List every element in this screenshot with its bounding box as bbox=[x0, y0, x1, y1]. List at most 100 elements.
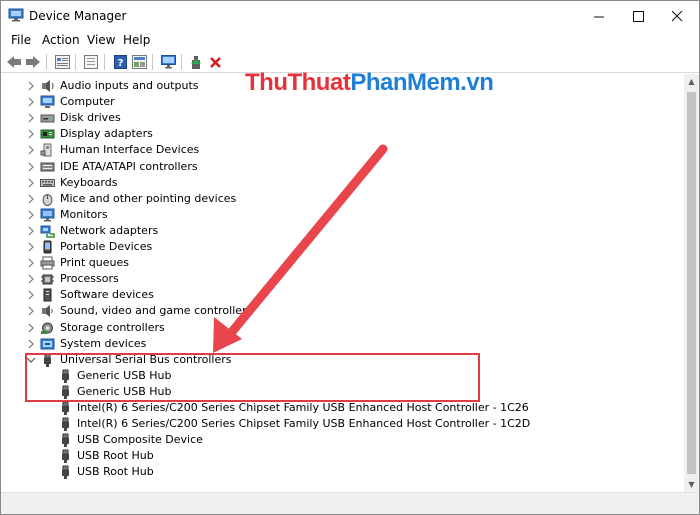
forward-button[interactable] bbox=[24, 53, 42, 71]
menu-bar: File Action View Help bbox=[1, 31, 699, 51]
menu-file[interactable]: File bbox=[11, 33, 31, 47]
tree-category-row[interactable]: Disk drives bbox=[1, 110, 684, 126]
tree-category-label: Audio inputs and outputs bbox=[60, 79, 199, 92]
chevron-right-icon[interactable] bbox=[26, 113, 36, 123]
update-driver-button[interactable] bbox=[187, 53, 205, 71]
tree-category-row[interactable]: Monitors bbox=[1, 207, 684, 223]
tree-category-label: Sound, video and game controllers bbox=[60, 304, 253, 318]
chevron-right-icon[interactable] bbox=[26, 145, 36, 155]
tree-category-row[interactable]: Sound, video and game controllers bbox=[1, 303, 684, 319]
back-icon bbox=[7, 56, 21, 68]
tree-category-row[interactable]: Network adapters bbox=[1, 223, 684, 239]
chevron-right-icon[interactable] bbox=[26, 129, 36, 139]
computer-icon bbox=[40, 95, 55, 109]
window-title: Device Manager bbox=[29, 9, 127, 23]
tree-category-row[interactable]: Processors bbox=[1, 271, 684, 287]
tree-device-row[interactable]: USB Root Hub bbox=[1, 464, 684, 480]
tree-category-row[interactable]: Mice and other pointing devices bbox=[1, 191, 684, 207]
tree-category-label: Human Interface Devices bbox=[60, 143, 200, 157]
toolbar-separator bbox=[104, 54, 105, 70]
network-adapter-icon bbox=[40, 224, 55, 238]
tree-device-label: Intel(R) 6 Series/C200 Series Chipset Fa… bbox=[77, 401, 529, 414]
tree-category-label: Network adapters bbox=[60, 223, 159, 237]
tree-device-row[interactable]: USB Composite Device bbox=[1, 432, 684, 448]
watermark-part-4: .vn bbox=[460, 69, 494, 96]
vertical-scrollbar[interactable]: ▲ ▼ bbox=[684, 74, 699, 492]
tree-device-row[interactable]: Intel(R) 6 Series/C200 Series Chipset Fa… bbox=[1, 400, 684, 416]
menu-help[interactable]: Help bbox=[123, 33, 150, 47]
help-button[interactable]: ? bbox=[111, 53, 129, 71]
tree-category-label: Storage controllers bbox=[60, 320, 165, 334]
tree-category-row[interactable]: System devices bbox=[1, 336, 684, 352]
chevron-right-icon[interactable] bbox=[26, 178, 36, 188]
svg-text:?: ? bbox=[117, 58, 123, 69]
menu-view[interactable]: View bbox=[87, 33, 115, 47]
chevron-right-icon[interactable] bbox=[26, 274, 36, 284]
tree-device-label: Intel(R) 6 Series/C200 Series Chipset Fa… bbox=[77, 417, 531, 431]
tree-category-label: Monitors bbox=[60, 207, 108, 221]
chevron-right-icon[interactable] bbox=[26, 81, 36, 91]
chevron-right-icon[interactable] bbox=[26, 210, 36, 220]
view-button[interactable] bbox=[130, 53, 148, 71]
tree-category-row[interactable]: Keyboards bbox=[1, 175, 684, 191]
watermark-part-3: PhanMem bbox=[350, 69, 461, 96]
chevron-right-icon[interactable] bbox=[26, 194, 36, 204]
device-tree[interactable]: Audio inputs and outputs Computer Disk dri… bbox=[1, 74, 684, 492]
tree-device-row[interactable]: USB Root Hub bbox=[1, 448, 684, 464]
close-button[interactable] bbox=[654, 1, 700, 31]
chevron-right-icon[interactable] bbox=[26, 242, 36, 252]
vertical-scroll-thumb[interactable] bbox=[687, 92, 696, 474]
usb-device-icon bbox=[58, 465, 73, 480]
tree-device-row[interactable]: Intel(R) 6 Series/C200 Series Chipset Fa… bbox=[1, 416, 684, 432]
tree-device-label: USB Root Hub bbox=[77, 465, 154, 479]
chevron-right-icon[interactable] bbox=[26, 306, 36, 316]
back-button[interactable] bbox=[5, 53, 23, 71]
tree-category-label: Portable Devices bbox=[60, 240, 153, 253]
toolbar-separator bbox=[75, 54, 76, 70]
tree-category-row[interactable]: Storage controllers bbox=[1, 320, 684, 336]
uninstall-button[interactable] bbox=[206, 53, 224, 71]
tree-category-row[interactable]: Portable Devices bbox=[1, 239, 684, 255]
tree-category-label: System devices bbox=[60, 336, 147, 350]
tree-category-row[interactable]: Print queues bbox=[1, 255, 684, 271]
tree-category-label: Computer bbox=[60, 95, 115, 109]
tree-category-label: Processors bbox=[60, 272, 119, 286]
view-icon bbox=[131, 55, 147, 69]
hid-icon bbox=[40, 143, 55, 157]
chevron-right-icon[interactable] bbox=[26, 162, 36, 172]
tree-category-row[interactable]: Human Interface Devices bbox=[1, 142, 684, 158]
scroll-down-arrow-icon[interactable]: ▼ bbox=[684, 477, 699, 492]
keyboard-icon bbox=[40, 176, 55, 190]
monitor-icon bbox=[40, 208, 55, 222]
menu-action[interactable]: Action bbox=[42, 33, 80, 47]
chevron-right-icon[interactable] bbox=[26, 258, 36, 268]
tree-category-row[interactable]: IDE ATA/ATAPI controllers bbox=[1, 159, 684, 175]
scroll-up-arrow-icon[interactable]: ▲ bbox=[684, 74, 699, 89]
tree-device-label: USB Root Hub bbox=[77, 449, 154, 463]
horizontal-scrollbar[interactable] bbox=[1, 492, 699, 514]
scan-hardware-icon bbox=[160, 55, 176, 69]
chevron-right-icon[interactable] bbox=[26, 339, 36, 349]
toolbar-separator bbox=[152, 54, 153, 70]
software-device-icon bbox=[40, 288, 55, 302]
chevron-right-icon[interactable] bbox=[26, 226, 36, 236]
scan-hardware-button[interactable] bbox=[159, 53, 177, 71]
tree-device-label: USB Composite Device bbox=[77, 433, 203, 447]
watermark-part-2: Thuat bbox=[287, 69, 351, 96]
title-bar[interactable]: Device Manager bbox=[1, 1, 699, 31]
usb-device-icon bbox=[58, 401, 73, 415]
system-device-icon bbox=[40, 337, 55, 351]
show-hidden-button[interactable] bbox=[82, 53, 100, 71]
ide-controller-icon bbox=[40, 160, 55, 174]
minimize-icon bbox=[593, 16, 604, 17]
tree-category-row[interactable]: Software devices bbox=[1, 287, 684, 303]
chevron-right-icon[interactable] bbox=[26, 323, 36, 333]
chevron-right-icon[interactable] bbox=[26, 97, 36, 107]
properties-button[interactable] bbox=[53, 53, 71, 71]
properties-icon bbox=[54, 55, 70, 69]
chevron-right-icon[interactable] bbox=[26, 290, 36, 300]
usb-device-icon bbox=[58, 449, 73, 464]
tree-category-label: Print queues bbox=[60, 256, 129, 270]
tree-category-row[interactable]: Display adapters bbox=[1, 126, 684, 142]
watermark-part-1: Thu bbox=[245, 69, 288, 96]
